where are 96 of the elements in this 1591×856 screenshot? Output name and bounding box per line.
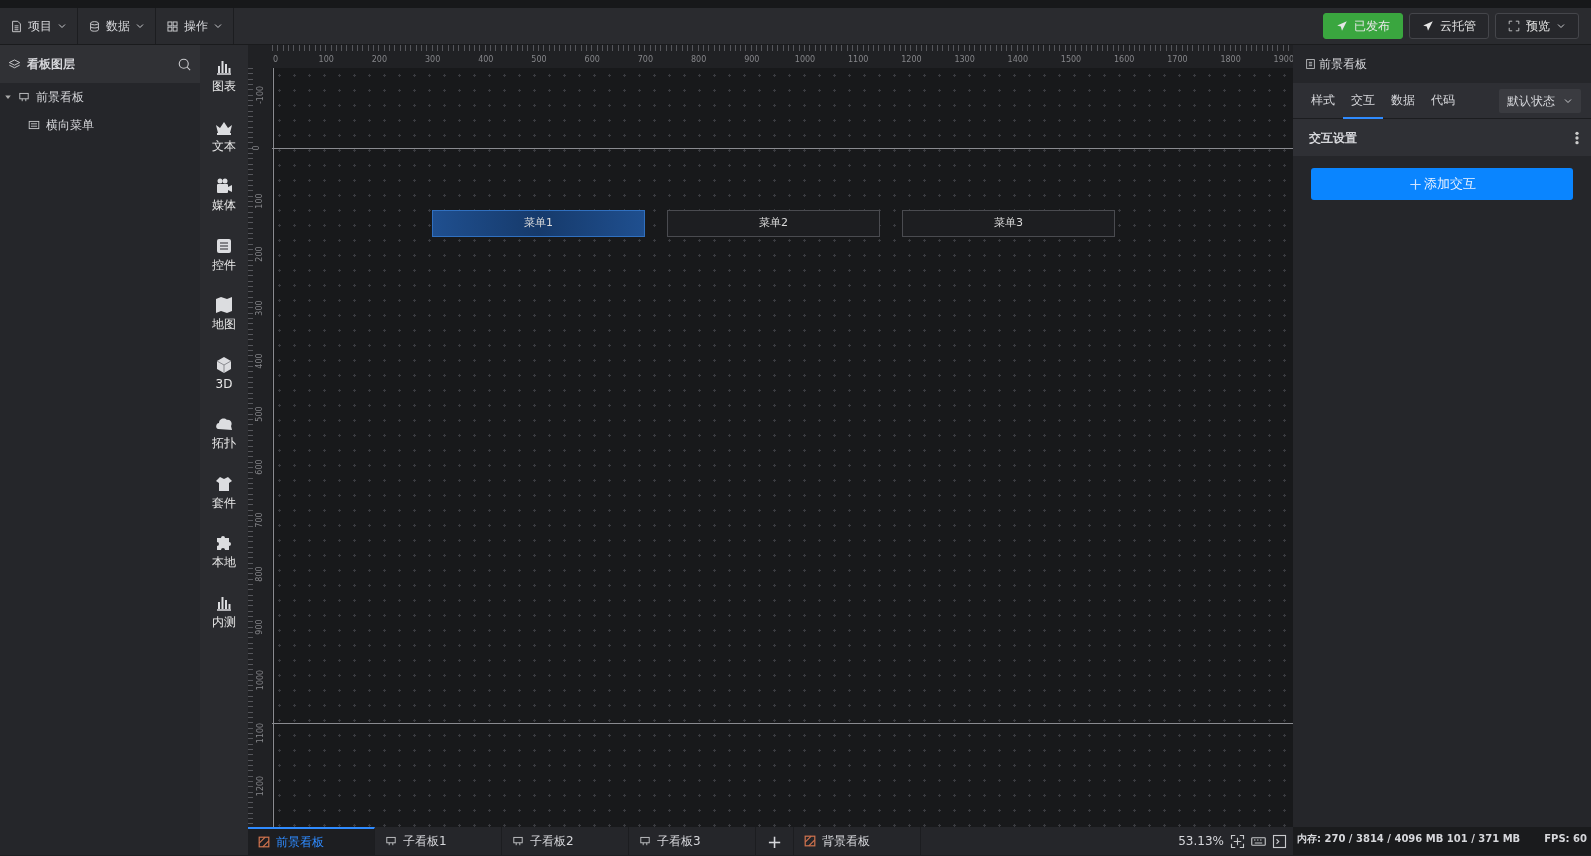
ruler-label: 600 <box>584 54 600 66</box>
caret-icon <box>135 21 145 31</box>
ruler-label: 300 <box>253 299 265 316</box>
ruler-label: 800 <box>253 565 265 582</box>
palette-item[interactable]: 本地 <box>200 533 248 593</box>
board-icon <box>639 835 651 847</box>
tree-item[interactable]: 前景看板 <box>0 83 200 111</box>
palette-item[interactable]: 媒体 <box>200 176 248 236</box>
ruler-label: 1000 <box>794 54 816 66</box>
palette-item[interactable]: 地图 <box>200 295 248 355</box>
memory-status: 内存: 270 / 3814 / 4096 MB 101 / 371 MB <box>1297 832 1522 846</box>
caret-icon <box>1556 21 1566 31</box>
ruler-label: 700 <box>637 54 654 66</box>
menu-button[interactable]: 数据 <box>78 8 156 44</box>
keyboard-icon <box>1251 834 1266 849</box>
toolbar-button[interactable] <box>1272 832 1287 850</box>
terminal-icon <box>1272 834 1287 849</box>
ruler-label: 400 <box>478 54 494 66</box>
panel-tab[interactable]: 代码 <box>1423 82 1463 119</box>
panel-title: 看板图层 <box>27 56 76 73</box>
board-icon <box>18 91 30 103</box>
caret-icon <box>57 21 67 31</box>
menu-item[interactable]: 菜单3 <box>902 210 1115 237</box>
panel-title: 前景看板 <box>1319 56 1367 73</box>
database-icon <box>88 19 101 33</box>
panel-tab[interactable]: 数据 <box>1383 82 1423 119</box>
more-icon <box>1575 131 1579 145</box>
cube-icon <box>214 354 234 375</box>
fit-screen-icon <box>1230 834 1245 849</box>
caret-icon <box>213 21 223 31</box>
ruler-label: 200 <box>371 54 388 66</box>
board-icon <box>385 835 397 847</box>
ruler-label: 1200 <box>901 54 922 66</box>
search-icon <box>177 57 192 72</box>
document-icon <box>1305 58 1316 70</box>
menu-item[interactable]: 菜单2 <box>667 210 880 237</box>
section-title: 交互设置 <box>1309 129 1358 147</box>
palette-item[interactable]: 图表 <box>200 57 248 117</box>
ruler-label: 100 <box>253 193 265 209</box>
palette-item[interactable]: 文本 <box>200 116 248 176</box>
fullscreen-icon <box>1508 20 1520 32</box>
palette-item[interactable]: 3D <box>200 354 248 414</box>
ruler-label: 1700 <box>1167 54 1188 66</box>
palette-item[interactable]: 套件 <box>200 473 248 533</box>
preview-button[interactable]: 预览 <box>1495 13 1579 39</box>
ruler-label: 600 <box>253 459 265 475</box>
zoom-level: 53.13% <box>1178 833 1224 850</box>
send-icon <box>1336 20 1348 32</box>
ruler-label: 1300 <box>954 54 975 66</box>
ruler-label: 1600 <box>1114 54 1135 66</box>
board-tab[interactable]: 前景看板 <box>248 827 375 855</box>
ruler-label: 100 <box>318 54 334 66</box>
grid-icon <box>166 19 179 33</box>
palette-item[interactable]: 内测 <box>200 592 248 652</box>
ruler-label: 300 <box>424 54 441 66</box>
ruler-label: 900 <box>253 619 265 635</box>
palette-item[interactable]: 拓扑 <box>200 414 248 474</box>
ruler-label: 1800 <box>1220 54 1241 66</box>
ruler-label: 0 <box>251 145 263 151</box>
palette-item[interactable]: 控件 <box>200 235 248 295</box>
board-icon <box>512 835 524 847</box>
fps-counter: FPS: 60 <box>1544 832 1587 846</box>
ruler-label: 1000 <box>255 669 267 691</box>
ruler-label: -100 <box>254 85 266 104</box>
menu-item[interactable]: 菜单1 <box>432 210 645 237</box>
ruler-label: 500 <box>531 54 547 66</box>
ruler-label: 0 <box>273 54 279 66</box>
toolbar-button[interactable] <box>1230 832 1245 850</box>
puzzle-icon <box>214 533 234 553</box>
ruler-label: 1500 <box>1060 54 1082 66</box>
state-select[interactable]: 默认状态 <box>1499 88 1581 113</box>
menu-button[interactable]: 项目 <box>0 8 78 44</box>
ruler-label: 1900 <box>1273 54 1293 66</box>
panel-tab[interactable]: 样式 <box>1303 82 1343 119</box>
layers-icon <box>8 57 21 71</box>
hatched-square-icon <box>804 835 816 847</box>
plus-icon <box>1408 177 1422 191</box>
tree-item[interactable]: 横向菜单 <box>0 111 200 139</box>
ruler-label: 1100 <box>255 723 267 744</box>
ruler-label: 700 <box>253 512 265 529</box>
send-icon <box>1422 20 1434 32</box>
hatched-square-icon <box>258 836 270 848</box>
list-icon <box>28 119 40 131</box>
ruler-label: 1200 <box>255 776 267 797</box>
video-camera-icon <box>214 176 234 196</box>
ruler-label: 400 <box>253 353 265 369</box>
cloud-button[interactable]: 云托管 <box>1409 13 1489 39</box>
map-icon <box>214 295 234 315</box>
menu-button[interactable]: 操作 <box>156 8 234 44</box>
ruler-label: 800 <box>690 54 707 66</box>
ruler-label: 1400 <box>1007 54 1028 66</box>
ruler-label: 1100 <box>848 54 869 66</box>
file-icon <box>10 19 23 33</box>
ruler-label: 500 <box>253 406 265 422</box>
ruler-label: 900 <box>744 54 760 66</box>
ruler-label: 200 <box>253 246 265 263</box>
